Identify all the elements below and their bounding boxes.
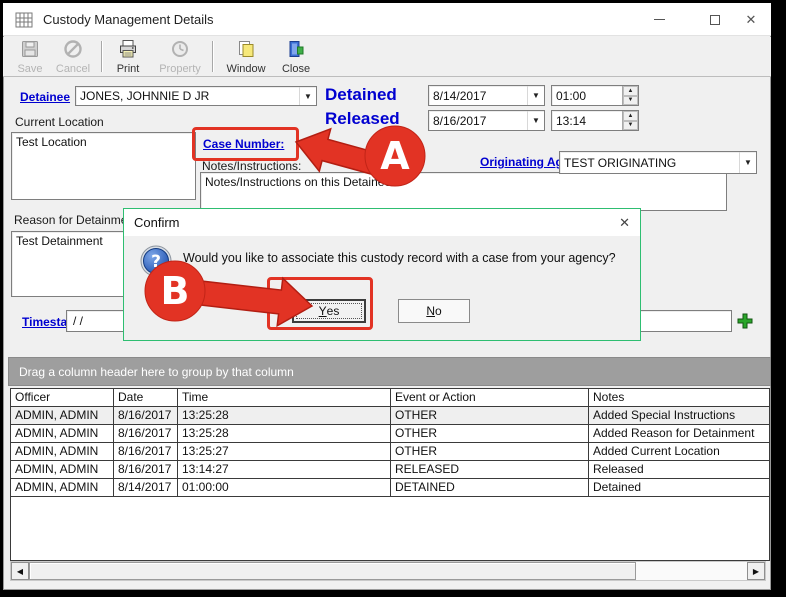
property-icon [170,39,190,59]
dialog-message: Would you like to associate this custody… [183,251,635,265]
save-button[interactable]: Save [8,39,52,75]
released-time-spinner[interactable]: 13:14 ▲▼ [551,110,639,131]
property-label: Property [159,63,201,75]
print-icon [118,39,138,59]
door-close-icon [286,39,306,59]
window-button[interactable]: Window [218,39,274,75]
cancel-button[interactable]: Cancel [50,39,96,75]
maximize-icon [710,15,720,25]
current-location-textarea[interactable]: Test Location [11,132,196,200]
scrollbar-thumb[interactable] [29,562,636,580]
confirm-dialog: Confirm ✕ ? Would you like to associate … [123,208,641,341]
detained-date-picker[interactable]: 8/14/2017 ▼ [428,85,545,106]
detainee-link[interactable]: Detainee [20,90,70,104]
group-by-drop-zone[interactable]: Drag a column header here to group by th… [8,357,771,386]
question-icon: ? [140,245,172,282]
column-header-notes[interactable]: Notes [589,389,769,406]
table-row[interactable]: ADMIN, ADMIN8/16/201713:25:28OTHERAdded … [11,425,769,443]
cancel-icon [63,39,83,59]
column-header-officer[interactable]: Officer [11,389,114,406]
question-glyph: ? [151,252,161,272]
cancel-label: Cancel [56,63,90,75]
chevron-down-icon[interactable]: ▼ [527,86,544,105]
released-time-value: 13:14 [552,111,622,130]
originating-agency-combobox[interactable]: TEST ORIGINATING ▼ [559,151,757,174]
toolbar-separator [212,41,213,72]
notes-textarea[interactable]: Notes/Instructions on this Detainee [200,172,727,211]
column-header-date[interactable]: Date [114,389,178,406]
spin-up-icon[interactable]: ▲ [623,86,638,96]
column-header-event[interactable]: Event or Action [391,389,589,406]
detained-date-value: 8/14/2017 [429,89,527,103]
horizontal-scrollbar[interactable]: ◀ ▶ [10,561,766,581]
add-plus-icon[interactable] [736,312,754,335]
table-row[interactable]: ADMIN, ADMIN8/16/201713:25:28OTHERAdded … [11,407,769,425]
reason-label: Reason for Detainment [14,213,137,227]
scroll-right-icon[interactable]: ▶ [747,562,765,580]
window-title: Custody Management Details [43,12,214,27]
dialog-title: Confirm [134,215,180,230]
history-grid: Officer Date Time Event or Action Notes … [10,388,770,561]
close-label: Close [282,63,310,75]
app-grid-icon [15,11,33,34]
detainee-value: JONES, JOHNNIE D JR [76,89,299,103]
table-row[interactable]: ADMIN, ADMIN8/16/201713:25:27OTHERAdded … [11,443,769,461]
released-date-picker[interactable]: 8/16/2017 ▼ [428,110,545,131]
grid-header-row: Officer Date Time Event or Action Notes [11,389,769,407]
print-label: Print [117,63,140,75]
chevron-down-icon[interactable]: ▼ [739,152,756,173]
spin-down-icon[interactable]: ▼ [623,96,638,106]
table-row[interactable]: ADMIN, ADMIN8/14/201701:00:00DETAINEDDet… [11,479,769,497]
save-icon [20,39,40,59]
released-date-value: 8/16/2017 [429,114,527,128]
group-hint-text: Drag a column header here to group by th… [19,365,294,379]
detained-time-spinner[interactable]: 01:00 ▲▼ [551,85,639,106]
save-label: Save [17,63,42,75]
toolbar-separator [101,41,102,72]
notes-label: Notes/Instructions: [202,159,301,173]
window-close-button[interactable]: ✕ [731,3,771,36]
table-row[interactable]: ADMIN, ADMIN8/16/201713:14:27RELEASEDRel… [11,461,769,479]
no-button[interactable]: No [398,299,470,323]
case-number-link[interactable]: Case Number: [203,137,284,151]
spin-up-icon[interactable]: ▲ [623,111,638,121]
screen: Custody Management Details ✕ Save Cancel… [0,0,786,597]
detainee-combobox[interactable]: JONES, JOHNNIE D JR ▼ [75,86,317,106]
property-button[interactable]: Property [152,39,208,75]
spin-down-icon[interactable]: ▼ [623,121,638,131]
yes-button-highlight-box [267,277,373,330]
current-location-label: Current Location [15,115,104,129]
minimize-button[interactable] [637,3,682,36]
minimize-icon [654,19,665,20]
detained-time-value: 01:00 [552,86,622,105]
close-icon: ✕ [746,12,757,28]
chevron-down-icon[interactable]: ▼ [299,87,316,105]
scroll-left-icon[interactable]: ◀ [11,562,29,580]
detained-label: Detained [325,85,397,105]
print-button[interactable]: Print [106,39,150,75]
dialog-title-bar: Confirm [124,209,640,236]
dialog-close-icon[interactable]: ✕ [619,215,630,231]
released-label: Released [325,109,400,129]
chevron-down-icon[interactable]: ▼ [527,111,544,130]
column-header-time[interactable]: Time [178,389,391,406]
close-window-button[interactable]: Close [274,39,318,75]
originating-agency-value: TEST ORIGINATING [560,156,739,170]
window-label: Window [226,63,265,75]
window-icon [236,39,256,59]
